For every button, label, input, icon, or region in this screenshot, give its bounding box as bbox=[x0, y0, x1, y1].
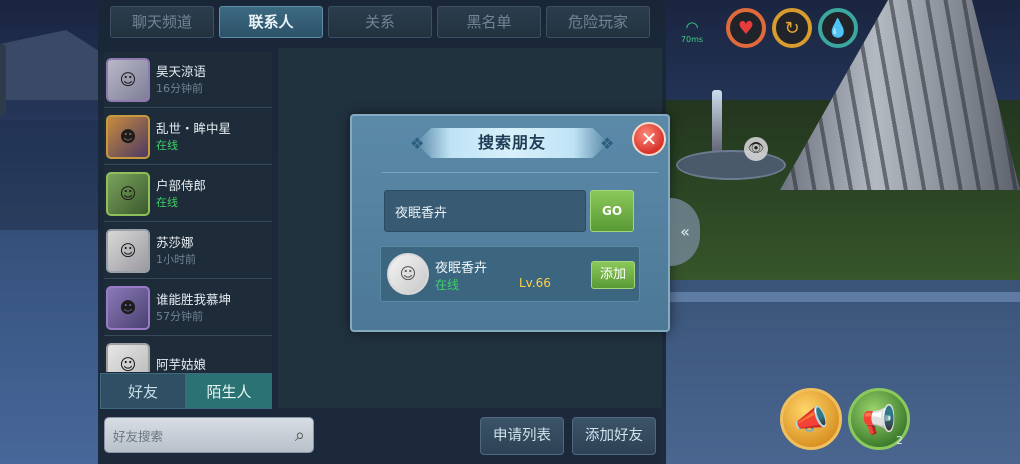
wifi-icon: ◠ bbox=[685, 18, 699, 36]
social-tabs: 聊天频道 联系人 关系 黑名单 危险玩家 bbox=[110, 6, 650, 40]
list-item[interactable]: ☻ 乱世・眸中星 在线 bbox=[104, 109, 272, 165]
apply-list-button[interactable]: 申请列表 bbox=[480, 417, 564, 455]
water-drop-icon: 💧 bbox=[826, 17, 850, 39]
add-button[interactable]: 添加 bbox=[591, 261, 635, 289]
tab-contacts[interactable]: 联系人 bbox=[219, 6, 323, 38]
list-item[interactable]: ☺ 苏莎娜 1小时前 bbox=[104, 223, 272, 279]
search-result-row: ☺ 夜眠香卉 在线 Lv.66 添加 bbox=[380, 246, 640, 302]
tab-strangers[interactable]: 陌生人 bbox=[186, 373, 272, 409]
avatar: ☺ bbox=[387, 253, 429, 295]
contact-status: 在线 bbox=[156, 138, 178, 152]
contact-list[interactable]: ☺ 昊天涼语 16分钟前 ☻ 乱世・眸中星 在线 ☺ 户部侍郎 在线 ☺ 苏莎娜 bbox=[104, 52, 272, 372]
tab-dangerous-players[interactable]: 危险玩家 bbox=[546, 6, 650, 38]
double-chevron-left-icon: « bbox=[680, 222, 690, 241]
list-item[interactable]: ☺ 阿芋姑娘 bbox=[104, 337, 272, 372]
dialog-title: 搜索朋友 bbox=[477, 133, 546, 152]
avatar: ☺ bbox=[106, 171, 150, 216]
contact-status: 57分钟前 bbox=[156, 309, 203, 323]
list-item[interactable]: ☻ 谁能胜我慕坤 57分钟前 bbox=[104, 280, 272, 336]
tab-friends[interactable]: 好友 bbox=[100, 373, 186, 409]
list-item[interactable]: ☺ 户部侍郎 在线 bbox=[104, 166, 272, 222]
contact-name: 阿芋姑娘 bbox=[156, 356, 207, 372]
contact-type-tabs: 好友 陌生人 bbox=[100, 373, 272, 409]
contact-name: 昊天涼语 bbox=[156, 63, 207, 79]
avatar: ☺ bbox=[106, 228, 150, 273]
stamina-icon: ↻ bbox=[784, 17, 800, 39]
contact-status: 16分钟前 bbox=[156, 81, 203, 95]
left-edge-handle[interactable] bbox=[0, 44, 6, 116]
search-icon[interactable]: ⌕ bbox=[295, 425, 305, 446]
health-ring[interactable]: ♥ bbox=[726, 8, 766, 48]
result-status: 在线 bbox=[435, 278, 460, 292]
contact-name: 乱世・眸中星 bbox=[156, 120, 232, 136]
avatar: ☺ bbox=[106, 57, 150, 102]
stone-platform bbox=[676, 150, 786, 180]
tab-blacklist[interactable]: 黑名单 bbox=[437, 6, 541, 38]
avatar: ☻ bbox=[106, 114, 150, 159]
contact-name: 谁能胜我慕坤 bbox=[156, 291, 232, 307]
tab-chat-channel[interactable]: 聊天频道 bbox=[110, 6, 214, 38]
tab-relations[interactable]: 关系 bbox=[328, 6, 432, 38]
network-ping: ◠ 70ms bbox=[676, 18, 708, 45]
hydration-ring[interactable]: 💧 bbox=[818, 8, 858, 48]
avatar: ☻ bbox=[106, 285, 150, 330]
close-button[interactable]: ✕ bbox=[632, 122, 666, 156]
divider bbox=[382, 172, 658, 173]
megaphone-icon: 📣 bbox=[793, 402, 829, 436]
plaza-floor-left bbox=[0, 230, 100, 464]
ping-value: 70ms bbox=[680, 35, 704, 44]
broadcast-megaphone-button[interactable]: 📣 bbox=[780, 388, 842, 450]
megaphone-icon: 📢 bbox=[861, 402, 897, 436]
close-icon: ✕ bbox=[640, 127, 658, 151]
friend-search-box[interactable]: ⌕ bbox=[104, 417, 314, 453]
stamina-ring[interactable]: ↻ bbox=[772, 8, 812, 48]
heart-icon: ♥ bbox=[737, 17, 755, 39]
search-name-input[interactable] bbox=[384, 190, 586, 232]
ornament-right-icon: ❖ bbox=[600, 134, 615, 153]
contact-status: 1小时前 bbox=[156, 252, 196, 266]
search-friend-dialog: ❖ 搜索朋友 ❖ ✕ GO ☺ 夜眠香卉 在线 Lv.66 添加 bbox=[350, 114, 670, 332]
eye-icon[interactable]: 👁 bbox=[744, 137, 768, 161]
megaphone-count: 2 bbox=[896, 434, 903, 447]
go-button[interactable]: GO bbox=[590, 190, 634, 232]
friend-search-input[interactable] bbox=[113, 426, 283, 446]
contact-name: 苏莎娜 bbox=[156, 234, 194, 250]
result-name: 夜眠香卉 bbox=[435, 261, 488, 276]
plaza-floor bbox=[660, 280, 1020, 464]
add-friend-button[interactable]: 添加好友 bbox=[572, 417, 656, 455]
contact-name: 户部侍郎 bbox=[156, 177, 207, 193]
list-item[interactable]: ☺ 昊天涼语 16分钟前 bbox=[104, 52, 272, 108]
avatar: ☺ bbox=[106, 342, 150, 372]
contact-status: 在线 bbox=[156, 195, 178, 209]
result-level: Lv.66 bbox=[519, 276, 551, 290]
